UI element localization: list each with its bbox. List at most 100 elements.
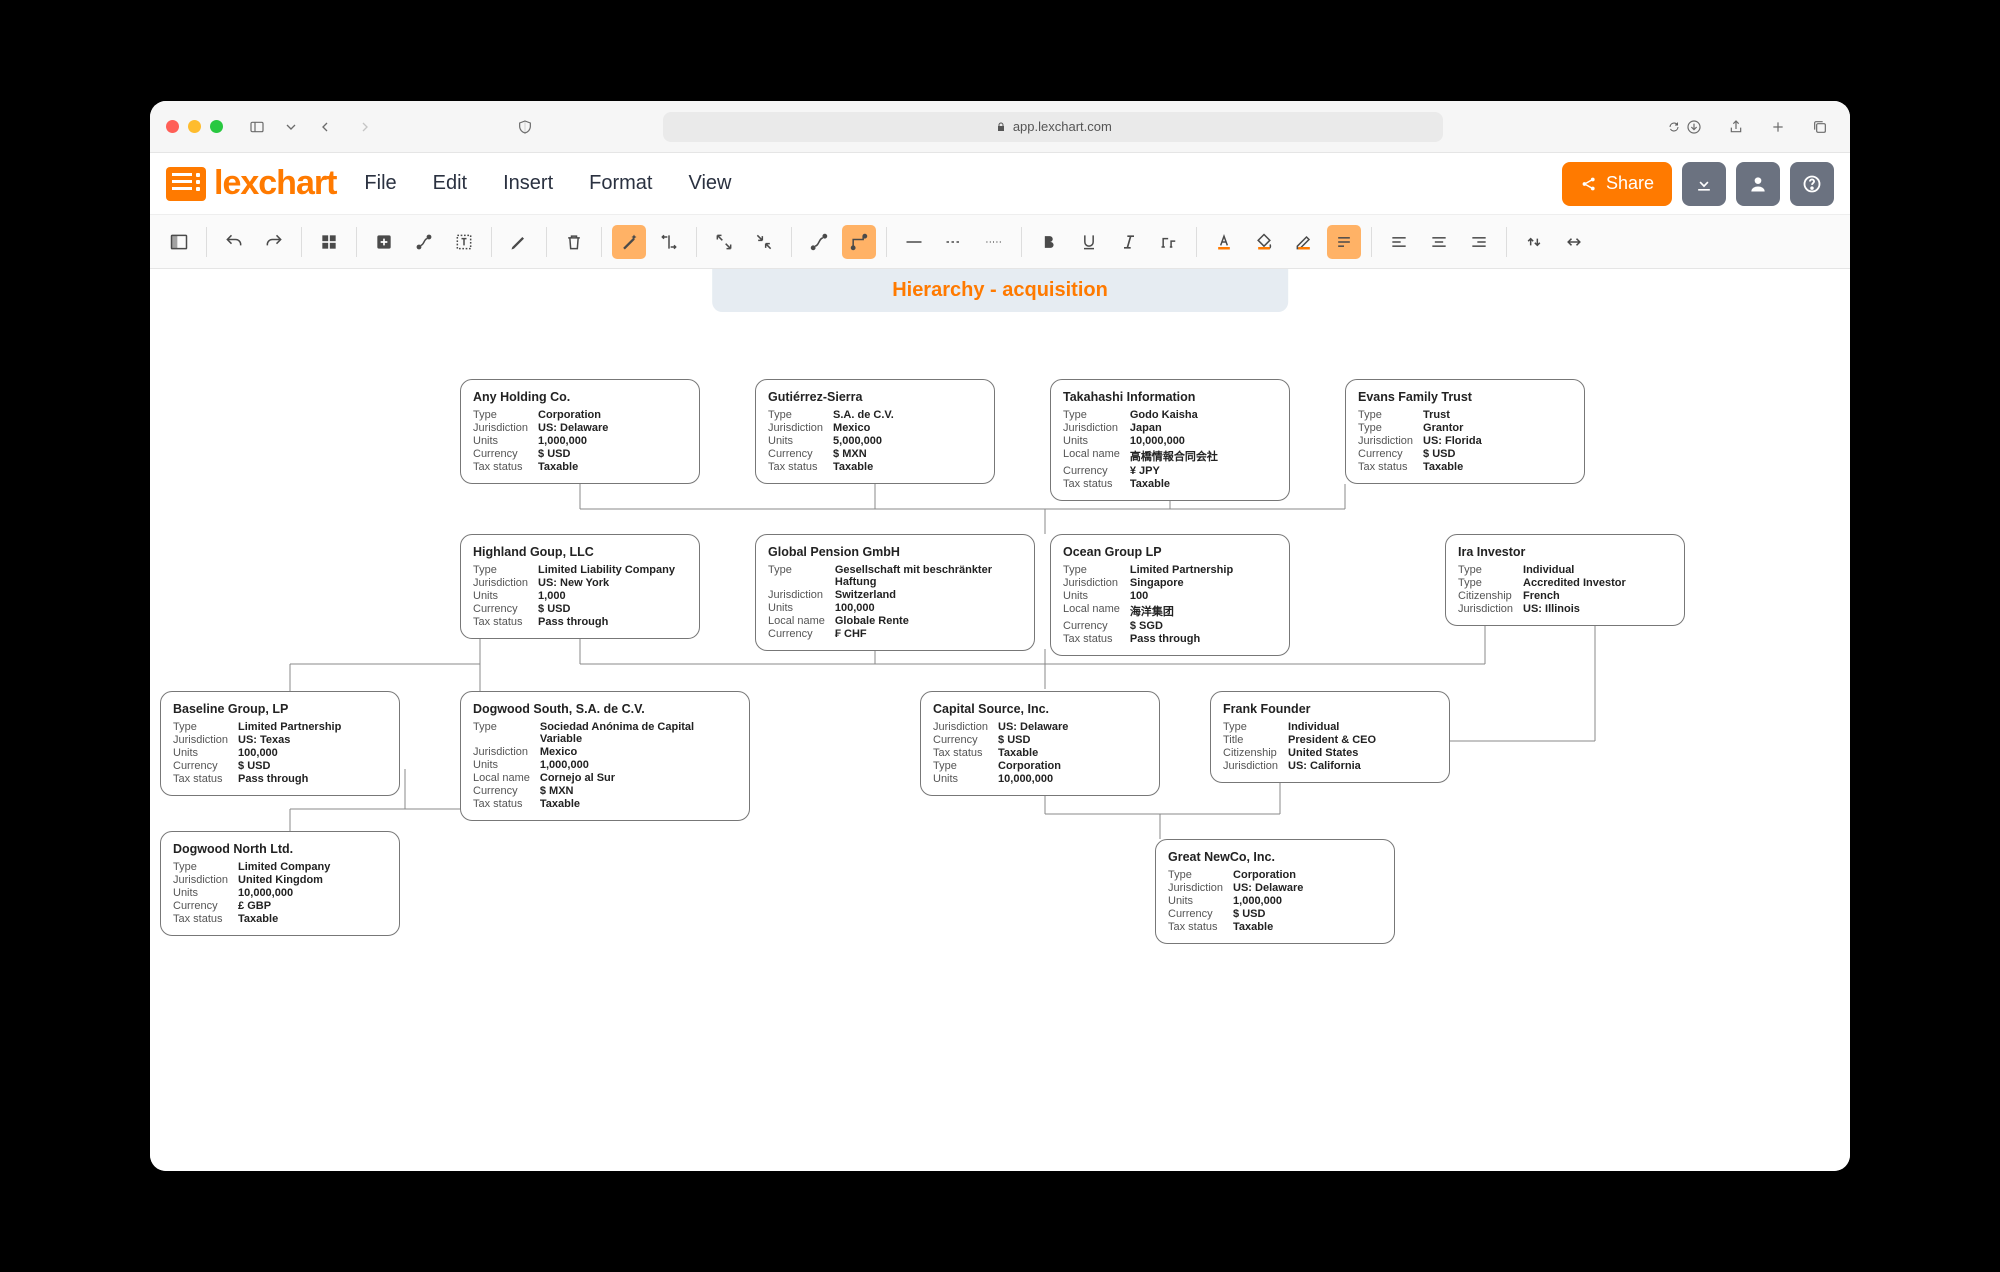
line-dashed-button[interactable] [937, 225, 971, 259]
org-node[interactable]: Any Holding Co. TypeCorporationJurisdicti… [460, 379, 700, 484]
lock-icon [995, 121, 1007, 133]
shield-icon[interactable] [511, 115, 539, 139]
org-node[interactable]: Dogwood North Ltd.TypeLimited CompanyJur… [160, 831, 400, 936]
forward-button[interactable] [351, 115, 379, 139]
node-title: Frank Founder [1223, 702, 1437, 716]
new-tab-icon[interactable] [1764, 115, 1792, 139]
node-fields: TypeIndividualTitlePresident & CEOCitize… [1223, 720, 1376, 772]
downloads-icon[interactable] [1680, 115, 1708, 139]
bring-front-button[interactable] [1517, 225, 1551, 259]
curved-connector-button[interactable] [802, 225, 836, 259]
close-window-button[interactable] [166, 120, 179, 133]
org-node[interactable]: Frank Founder TypeIndividualTitlePresiden… [1210, 691, 1450, 783]
org-node[interactable]: Takahashi Information TypeGodo KaishaJuri… [1050, 379, 1290, 501]
menu-format[interactable]: Format [589, 172, 652, 195]
org-node[interactable]: Ira Investor TypeIndividualTypeAccredited… [1445, 534, 1685, 626]
menu-edit[interactable]: Edit [433, 172, 467, 195]
org-node[interactable]: Evans Family Trust TypeTrustTypeGrantorJu… [1345, 379, 1585, 484]
node-title: Ira Investor [1458, 545, 1672, 559]
node-fields: TypeCorporationJurisdictionUS: DelawareU… [473, 408, 608, 473]
menu-insert[interactable]: Insert [503, 172, 553, 195]
share-nodes-icon [1580, 175, 1598, 193]
fill-color-button[interactable] [1247, 225, 1281, 259]
magic-wand-button[interactable] [612, 225, 646, 259]
align-right-button[interactable] [1462, 225, 1496, 259]
node-fields: TypeSociedad Anónima de Capital Variable… [473, 720, 737, 810]
node-title: Highland Goup, LLC [473, 545, 687, 559]
font-size-button[interactable] [1152, 225, 1186, 259]
line-solid-button[interactable] [897, 225, 931, 259]
add-node-button[interactable] [367, 225, 401, 259]
chart-canvas[interactable]: Hierarchy - acquisition [150, 269, 1850, 1171]
browser-window: app.lexchart.com lexchart File Edit Inse… [150, 101, 1850, 1171]
minimize-window-button[interactable] [188, 120, 201, 133]
pencil-icon[interactable] [502, 225, 536, 259]
share-button[interactable]: Share [1562, 162, 1672, 206]
org-node[interactable]: Gutiérrez-Sierra TypeS.A. de C.V.Jurisdic… [755, 379, 995, 484]
node-title: Ocean Group LP [1063, 545, 1277, 559]
elbow-connector-button[interactable] [842, 225, 876, 259]
help-button[interactable] [1790, 162, 1834, 206]
download-button[interactable] [1682, 162, 1726, 206]
share-icon[interactable] [1722, 115, 1750, 139]
grid-button[interactable] [312, 225, 346, 259]
main-menu: File Edit Insert Format View [364, 172, 731, 195]
bold-button[interactable] [1032, 225, 1066, 259]
node-title: Global Pension GmbH [768, 545, 1022, 559]
text-color-button[interactable] [1207, 225, 1241, 259]
connector-button[interactable] [407, 225, 441, 259]
collapse-button[interactable] [747, 225, 781, 259]
node-fields: TypeTrustTypeGrantorJurisdictionUS: Flor… [1358, 408, 1482, 473]
node-fields: TypeS.A. de C.V.JurisdictionMexicoUnits5… [768, 408, 894, 473]
back-button[interactable] [311, 115, 339, 139]
border-color-button[interactable] [1287, 225, 1321, 259]
window-controls [166, 120, 223, 133]
underline-button[interactable] [1072, 225, 1106, 259]
undo-button[interactable] [217, 225, 251, 259]
address-bar[interactable]: app.lexchart.com [663, 112, 1443, 142]
text-box-button[interactable] [447, 225, 481, 259]
browser-titlebar: app.lexchart.com [150, 101, 1850, 153]
italic-button[interactable] [1112, 225, 1146, 259]
menu-file[interactable]: File [364, 172, 396, 195]
lexchart-logo[interactable]: lexchart [166, 164, 336, 203]
node-fields: TypeGodo KaishaJurisdictionJapanUnits10,… [1063, 408, 1218, 490]
sidebar-toggle-button[interactable] [243, 115, 271, 139]
org-node[interactable]: Global Pension GmbHTypeGesellschaft mit … [755, 534, 1035, 651]
app-header: lexchart File Edit Insert Format View Sh… [150, 153, 1850, 215]
node-title: Any Holding Co. [473, 390, 687, 404]
account-button[interactable] [1736, 162, 1780, 206]
align-left-button[interactable] [1382, 225, 1416, 259]
org-node[interactable]: Ocean Group LP TypeLimited PartnershipJur… [1050, 534, 1290, 656]
refresh-icon[interactable] [1668, 121, 1680, 133]
send-back-button[interactable] [1557, 225, 1591, 259]
line-dotted-button[interactable] [977, 225, 1011, 259]
highlight-button[interactable] [1327, 225, 1361, 259]
node-fields: TypeLimited PartnershipJurisdictionSinga… [1063, 563, 1233, 645]
node-title: Takahashi Information [1063, 390, 1277, 404]
org-node[interactable]: Dogwood South, S.A. de C.V. TypeSociedad … [460, 691, 750, 821]
trash-button[interactable] [557, 225, 591, 259]
org-node[interactable]: Great NewCo, Inc. TypeCorporationJurisdic… [1155, 839, 1395, 944]
node-fields: TypeLimited CompanyJurisdictionUnited Ki… [173, 860, 330, 925]
node-title: Evans Family Trust [1358, 390, 1572, 404]
dropdown-chevron-icon[interactable] [283, 115, 299, 139]
redo-button[interactable] [257, 225, 291, 259]
maximize-window-button[interactable] [210, 120, 223, 133]
align-center-button[interactable] [1422, 225, 1456, 259]
org-node[interactable]: Baseline Group, LPTypeLimited Partnershi… [160, 691, 400, 796]
menu-view[interactable]: View [688, 172, 731, 195]
expand-button[interactable] [707, 225, 741, 259]
node-title: Great NewCo, Inc. [1168, 850, 1382, 864]
tabs-icon[interactable] [1806, 115, 1834, 139]
node-title: Capital Source, Inc. [933, 702, 1147, 716]
auto-layout-button[interactable] [652, 225, 686, 259]
panel-toggle-button[interactable] [162, 225, 196, 259]
org-node[interactable]: Highland Goup, LLCTypeLimited Liability … [460, 534, 700, 639]
node-title: Dogwood South, S.A. de C.V. [473, 702, 737, 716]
formatting-toolbar [150, 215, 1850, 269]
org-node[interactable]: Capital Source, Inc.JurisdictionUS: Dela… [920, 691, 1160, 796]
node-title: Gutiérrez-Sierra [768, 390, 982, 404]
node-fields: TypeCorporationJurisdictionUS: DelawareU… [1168, 868, 1303, 933]
node-fields: TypeIndividualTypeAccredited InvestorCit… [1458, 563, 1626, 615]
